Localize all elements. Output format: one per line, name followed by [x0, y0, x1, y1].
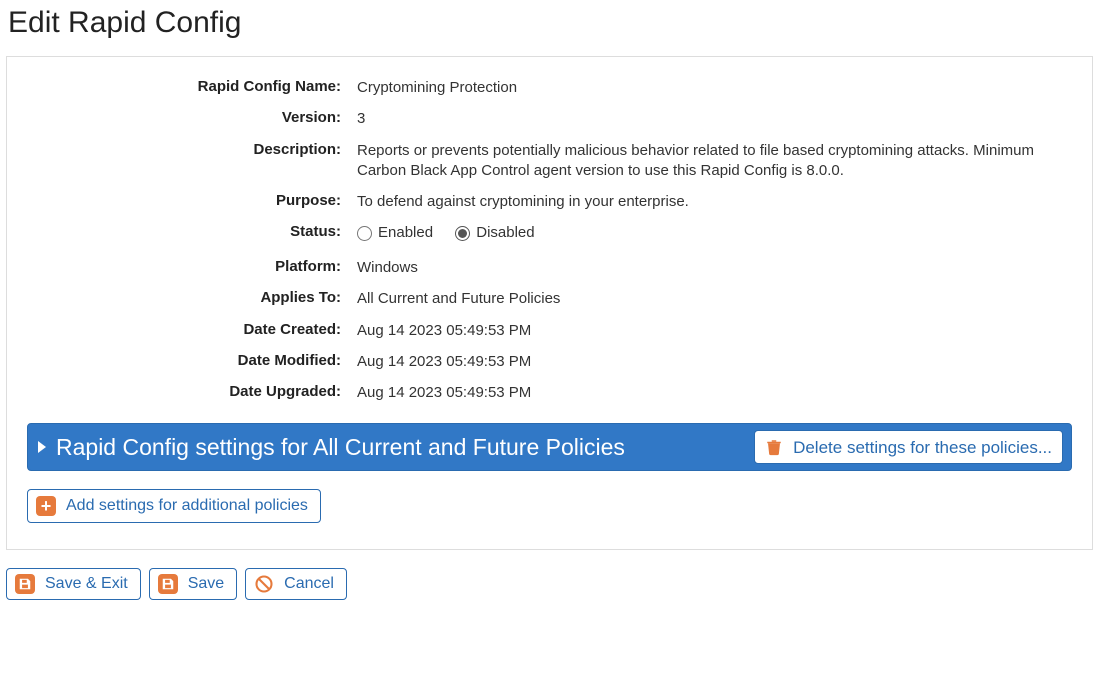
- save-button[interactable]: Save: [149, 568, 237, 600]
- add-settings-label: Add settings for additional policies: [66, 497, 308, 515]
- status-disabled-option[interactable]: Disabled: [455, 223, 534, 243]
- delete-settings-label: Delete settings for these policies...: [793, 439, 1052, 456]
- label-date-upgraded: Date Upgraded:: [27, 382, 357, 400]
- trash-icon: [765, 437, 783, 457]
- field-date-modified: Date Modified: Aug 14 2023 05:49:53 PM: [27, 351, 1072, 372]
- save-icon: [158, 574, 178, 594]
- value-rapid-config-name: Cryptomining Protection: [357, 77, 1072, 98]
- cancel-button[interactable]: Cancel: [245, 568, 347, 600]
- delete-settings-button[interactable]: Delete settings for these policies...: [754, 430, 1063, 464]
- save-icon: [15, 574, 35, 594]
- save-and-exit-button[interactable]: Save & Exit: [6, 568, 141, 600]
- settings-section-title: Rapid Config settings for All Current an…: [56, 434, 746, 461]
- config-panel: Rapid Config Name: Cryptomining Protecti…: [6, 56, 1093, 550]
- status-enabled-radio[interactable]: [357, 226, 372, 241]
- cancel-label: Cancel: [284, 575, 334, 593]
- label-description: Description:: [27, 140, 357, 158]
- field-platform: Platform: Windows: [27, 257, 1072, 278]
- field-status: Status: Enabled Disabled: [27, 222, 1072, 247]
- status-enabled-option[interactable]: Enabled: [357, 223, 433, 243]
- caret-right-icon: [38, 441, 46, 453]
- label-purpose: Purpose:: [27, 191, 357, 209]
- label-rapid-config-name: Rapid Config Name:: [27, 77, 357, 95]
- value-date-created: Aug 14 2023 05:49:53 PM: [357, 320, 1072, 341]
- field-applies-to: Applies To: All Current and Future Polic…: [27, 288, 1072, 309]
- value-date-upgraded: Aug 14 2023 05:49:53 PM: [357, 382, 1072, 403]
- add-settings-button[interactable]: + Add settings for additional policies: [27, 489, 321, 523]
- value-purpose: To defend against cryptomining in your e…: [357, 191, 1072, 212]
- value-date-modified: Aug 14 2023 05:49:53 PM: [357, 351, 1072, 372]
- field-purpose: Purpose: To defend against cryptomining …: [27, 191, 1072, 212]
- label-status: Status:: [27, 222, 357, 240]
- status-disabled-radio[interactable]: [455, 226, 470, 241]
- save-label: Save: [188, 575, 224, 593]
- value-applies-to: All Current and Future Policies: [357, 288, 1072, 309]
- status-enabled-label: Enabled: [378, 223, 433, 243]
- label-date-modified: Date Modified:: [27, 351, 357, 369]
- cancel-icon: [254, 574, 274, 594]
- field-version: Version: 3: [27, 108, 1072, 129]
- label-platform: Platform:: [27, 257, 357, 275]
- status-radio-group: Enabled Disabled: [357, 222, 1072, 247]
- save-and-exit-label: Save & Exit: [45, 575, 128, 593]
- field-date-upgraded: Date Upgraded: Aug 14 2023 05:49:53 PM: [27, 382, 1072, 403]
- label-date-created: Date Created:: [27, 320, 357, 338]
- settings-section-header[interactable]: Rapid Config settings for All Current an…: [27, 423, 1072, 471]
- field-description: Description: Reports or prevents potenti…: [27, 140, 1072, 182]
- plus-icon: +: [36, 496, 56, 516]
- label-applies-to: Applies To:: [27, 288, 357, 306]
- field-date-created: Date Created: Aug 14 2023 05:49:53 PM: [27, 320, 1072, 341]
- value-version: 3: [357, 108, 1072, 129]
- page-title: Edit Rapid Config: [8, 6, 1093, 40]
- value-description: Reports or prevents potentially maliciou…: [357, 140, 1072, 182]
- status-disabled-label: Disabled: [476, 223, 534, 243]
- label-version: Version:: [27, 108, 357, 126]
- field-rapid-config-name: Rapid Config Name: Cryptomining Protecti…: [27, 77, 1072, 98]
- value-platform: Windows: [357, 257, 1072, 278]
- footer-buttons: Save & Exit Save Cancel: [6, 568, 1093, 600]
